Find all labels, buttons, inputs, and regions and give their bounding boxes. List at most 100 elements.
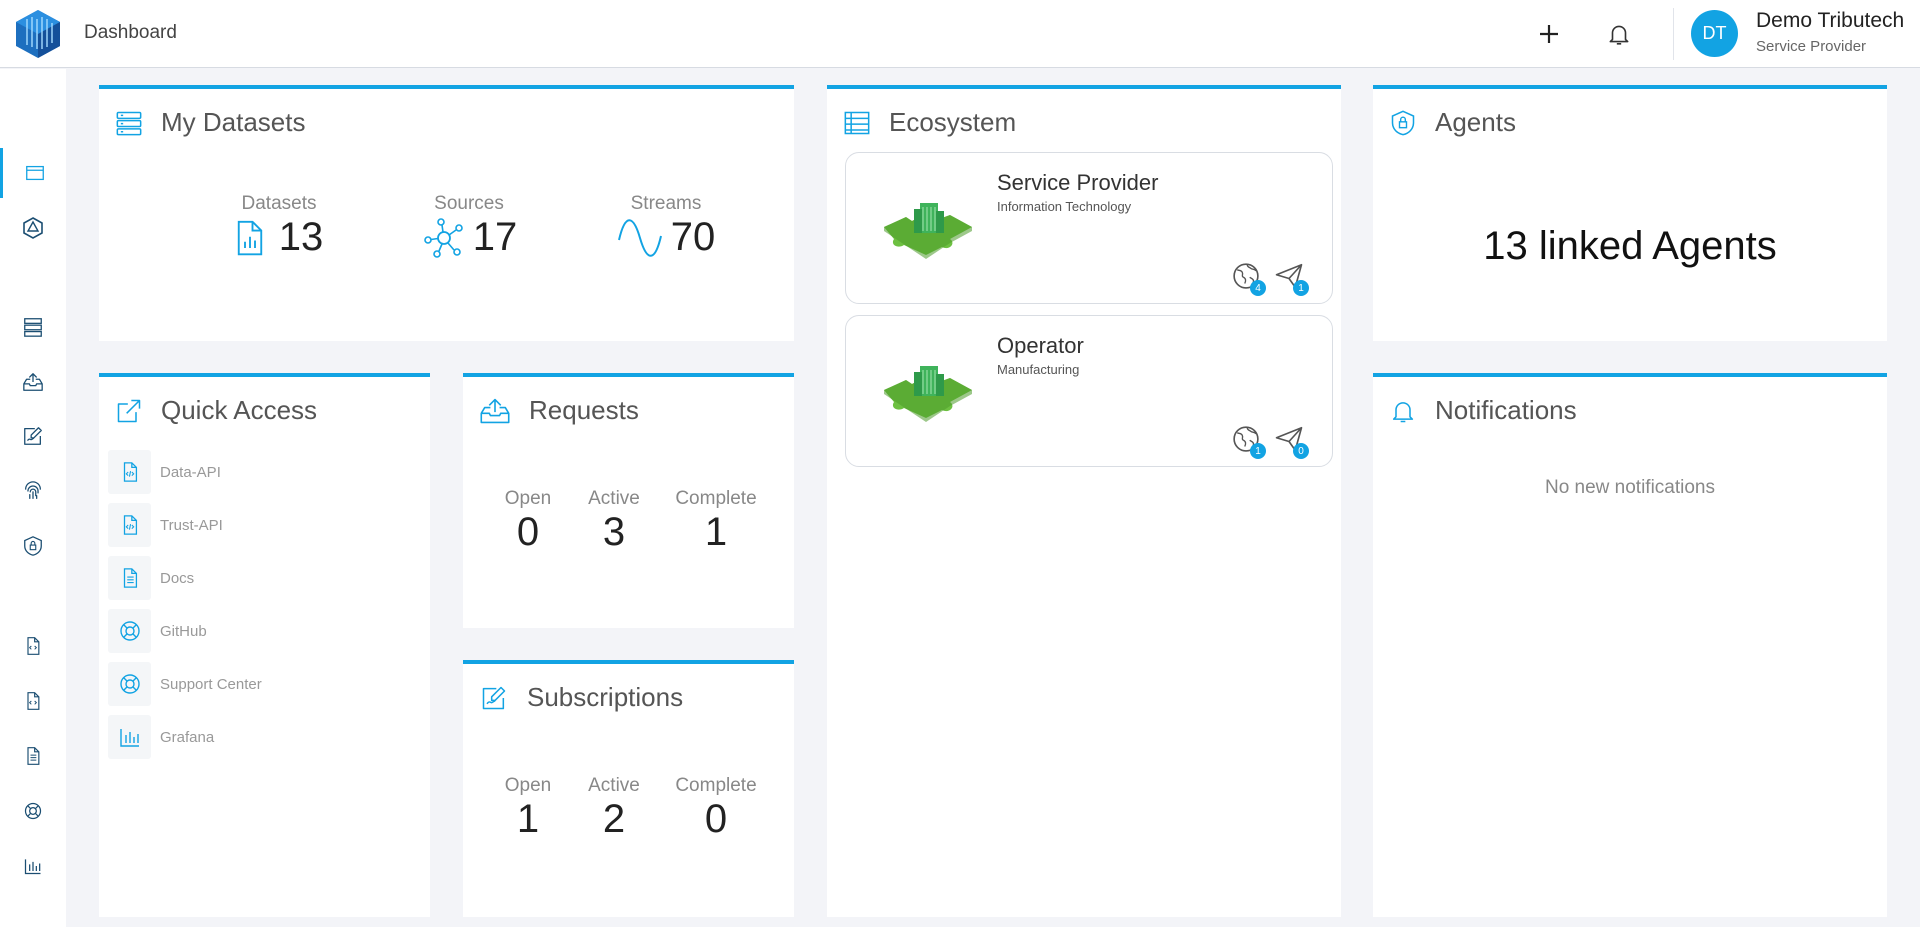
quick-access-label: GitHub <box>160 622 207 640</box>
linked-agents-summary: 13 linked Agents <box>1483 224 1777 268</box>
streams-stat[interactable]: Streams 70 <box>591 193 741 260</box>
requests-card: Requests Open 0 Active 3 Complete 1 <box>463 373 794 628</box>
quick-access-docs[interactable]: Docs <box>108 556 194 600</box>
requests-title: Requests <box>529 395 639 425</box>
sidebar-item-ecosystem[interactable] <box>0 203 66 253</box>
stat-label: Open <box>504 775 552 796</box>
quick-access-github[interactable]: GitHub <box>108 609 207 653</box>
sent-badge: 0 <box>1293 443 1309 459</box>
sidebar-item-identity[interactable] <box>0 466 66 516</box>
send-button[interactable]: 1 <box>1274 261 1309 296</box>
user-name[interactable]: Demo Tributech <box>1756 9 1904 33</box>
datasets-card: My Datasets Datasets 13 Sources 17 Strea… <box>99 85 794 341</box>
connections-badge: 4 <box>1250 280 1266 296</box>
document-icon <box>119 567 141 589</box>
ecosystem-card: Ecosystem Service Provider Information T… <box>827 85 1341 917</box>
quick-access-card-header: Quick Access <box>115 395 317 426</box>
wave-icon <box>617 218 662 257</box>
sidebar-item-support[interactable] <box>0 786 66 836</box>
ecosystem-title: Ecosystem <box>889 107 1017 137</box>
puzzle-icon <box>876 360 976 422</box>
sent-badge: 1 <box>1293 280 1309 296</box>
quick-access-trust-api[interactable]: Trust-API <box>108 503 223 547</box>
stat-label: Active <box>588 775 640 796</box>
quick-access-card: Quick Access Data-API Trust-API Docs Git… <box>99 373 430 917</box>
connections-button[interactable]: 4 <box>1231 261 1266 296</box>
add-button[interactable] <box>1531 16 1567 52</box>
sources-stat[interactable]: Sources 17 <box>399 193 539 260</box>
ecosystem-node-card[interactable]: Service Provider Information Technology … <box>845 152 1333 304</box>
sidebar-item-requests[interactable] <box>0 357 66 407</box>
stat-value: 17 <box>472 215 518 259</box>
agents-card-header: Agents <box>1389 107 1516 138</box>
avatar[interactable]: DT <box>1691 10 1738 57</box>
table-icon <box>844 111 870 134</box>
stat-value: 0 <box>704 797 728 841</box>
upload-tray-icon <box>480 398 510 423</box>
stat-label: Complete <box>675 488 757 509</box>
document-icon <box>27 747 40 765</box>
stat-value: 70 <box>670 215 716 259</box>
sidebar-item-agents[interactable] <box>0 521 66 571</box>
shield-lock-icon <box>1391 110 1415 135</box>
agents-icon <box>24 536 42 556</box>
requests-active-stat[interactable]: Active 3 <box>574 488 654 555</box>
datasets-card-header: My Datasets <box>115 107 306 138</box>
user-role: Service Provider <box>1756 38 1867 55</box>
stat-label: Complete <box>675 775 757 796</box>
subscriptions-card-header: Subscriptions <box>479 682 683 713</box>
connections-button[interactable]: 1 <box>1231 424 1266 459</box>
puzzle-icon <box>876 197 976 259</box>
stat-value: 0 <box>516 510 540 554</box>
notifications-card: Notifications No new notifications <box>1373 373 1887 917</box>
sidebar-item-docs[interactable] <box>0 731 66 781</box>
app-logo-icon[interactable] <box>15 9 61 59</box>
stat-value: 13 <box>278 215 324 259</box>
code-file-icon <box>27 637 40 655</box>
network-icon <box>423 217 463 258</box>
chart-icon <box>118 725 142 749</box>
bell-icon <box>1609 25 1629 45</box>
code-file-icon <box>27 692 40 710</box>
datasets-icon <box>24 318 42 337</box>
send-button[interactable]: 0 <box>1274 424 1309 459</box>
sidebar-item-datasets[interactable] <box>0 302 66 352</box>
ecosystem-node-card[interactable]: Operator Manufacturing 1 0 <box>845 315 1333 467</box>
stat-value: 3 <box>602 510 626 554</box>
requests-open-stat[interactable]: Open 0 <box>493 488 563 555</box>
requests-complete-stat[interactable]: Complete 1 <box>661 488 771 555</box>
datasets-icon <box>116 111 142 135</box>
notifications-button[interactable] <box>1601 16 1637 52</box>
stat-value: 1 <box>516 797 540 841</box>
stat-value: 2 <box>602 797 626 841</box>
signature-icon <box>482 686 506 709</box>
topbar-divider <box>1673 8 1674 60</box>
notifications-card-header: Notifications <box>1389 395 1577 426</box>
empty-notifications-text: No new notifications <box>1544 477 1716 498</box>
quick-access-title: Quick Access <box>161 395 318 425</box>
lifebuoy-icon <box>118 672 142 696</box>
ecosystem-card-header: Ecosystem <box>843 107 1016 138</box>
window-icon <box>25 165 44 181</box>
connections-badge: 1 <box>1250 443 1266 459</box>
page-title: Dashboard <box>84 22 177 43</box>
subscriptions-active-stat[interactable]: Active 2 <box>574 775 654 842</box>
datasets-stat[interactable]: Datasets 13 <box>209 193 349 260</box>
sidebar-item-data-api[interactable] <box>0 621 66 671</box>
subscriptions-icon <box>24 427 42 445</box>
subscriptions-complete-stat[interactable]: Complete 0 <box>661 775 771 842</box>
node-name: Operator <box>997 333 1084 358</box>
quick-access-data-api[interactable]: Data-API <box>108 450 221 494</box>
sidebar-item-dashboard[interactable] <box>0 148 66 198</box>
stat-label: Open <box>504 488 552 509</box>
subscriptions-open-stat[interactable]: Open 1 <box>493 775 563 842</box>
quick-access-support-center[interactable]: Support Center <box>108 662 262 706</box>
sidebar-item-subscriptions[interactable] <box>0 411 66 461</box>
sidebar-item-grafana[interactable] <box>0 841 66 891</box>
external-link-icon <box>117 399 141 422</box>
sidebar-item-trust-api[interactable] <box>0 676 66 726</box>
subscriptions-title: Subscriptions <box>527 682 684 712</box>
top-bar: Dashboard DT Demo Tributech Service Prov… <box>0 0 1920 68</box>
quick-access-grafana[interactable]: Grafana <box>108 715 214 759</box>
stat-label: Datasets <box>241 193 317 214</box>
